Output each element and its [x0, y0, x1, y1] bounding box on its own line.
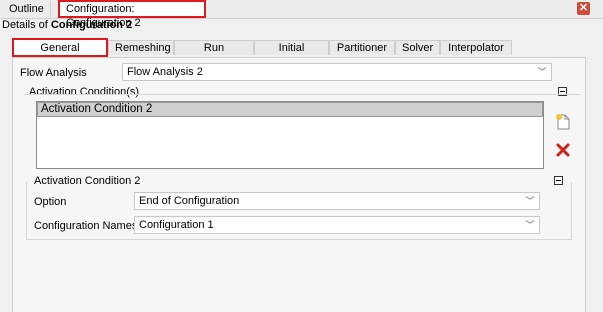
tab-interpolator[interactable]: Interpolator [440, 40, 512, 55]
details-header: Details of Configuration 2 [2, 19, 132, 31]
configuration-names-label: Configuration Names [34, 220, 138, 232]
configuration-names-value: Configuration 1 [139, 219, 214, 231]
list-item[interactable]: Activation Condition 2 [37, 102, 543, 117]
flow-analysis-value: Flow Analysis 2 [127, 66, 203, 78]
flow-analysis-select[interactable]: Flow Analysis 2 ﹀ [122, 63, 552, 81]
chevron-down-icon: ﹀ [525, 196, 535, 206]
close-icon[interactable]: ✕ [577, 2, 590, 15]
delete-icon[interactable] [554, 141, 572, 159]
option-value: End of Configuration [139, 195, 240, 207]
option-label: Option [34, 196, 67, 208]
option-select[interactable]: End of Configuration ﹀ [134, 192, 540, 210]
configuration-names-select[interactable]: Configuration 1 ﹀ [134, 216, 540, 234]
tab-partitioner[interactable]: Partitioner [329, 40, 395, 55]
details-config-name: Configuration 2 [50, 19, 133, 31]
tab-initial-values[interactable]: Initial Values [254, 40, 329, 69]
flow-analysis-label: Flow Analysis [20, 67, 87, 79]
tab-outline[interactable]: Outline [3, 1, 51, 17]
tab-configuration[interactable]: Configuration: Configuration 2 [58, 0, 206, 29]
activation-conditions-list[interactable]: Activation Condition 2 [36, 101, 544, 169]
tab-solver[interactable]: Solver [395, 40, 440, 55]
chevron-down-icon: ﹀ [525, 220, 535, 230]
chevron-down-icon: ﹀ [537, 67, 547, 77]
details-prefix: Details of [2, 19, 51, 31]
tab-run-definition[interactable]: Run Definition [174, 40, 254, 69]
tab-general-settings[interactable]: General Settings [12, 38, 108, 70]
tab-remeshing[interactable]: Remeshing [108, 40, 174, 55]
new-item-icon[interactable] [554, 113, 572, 131]
